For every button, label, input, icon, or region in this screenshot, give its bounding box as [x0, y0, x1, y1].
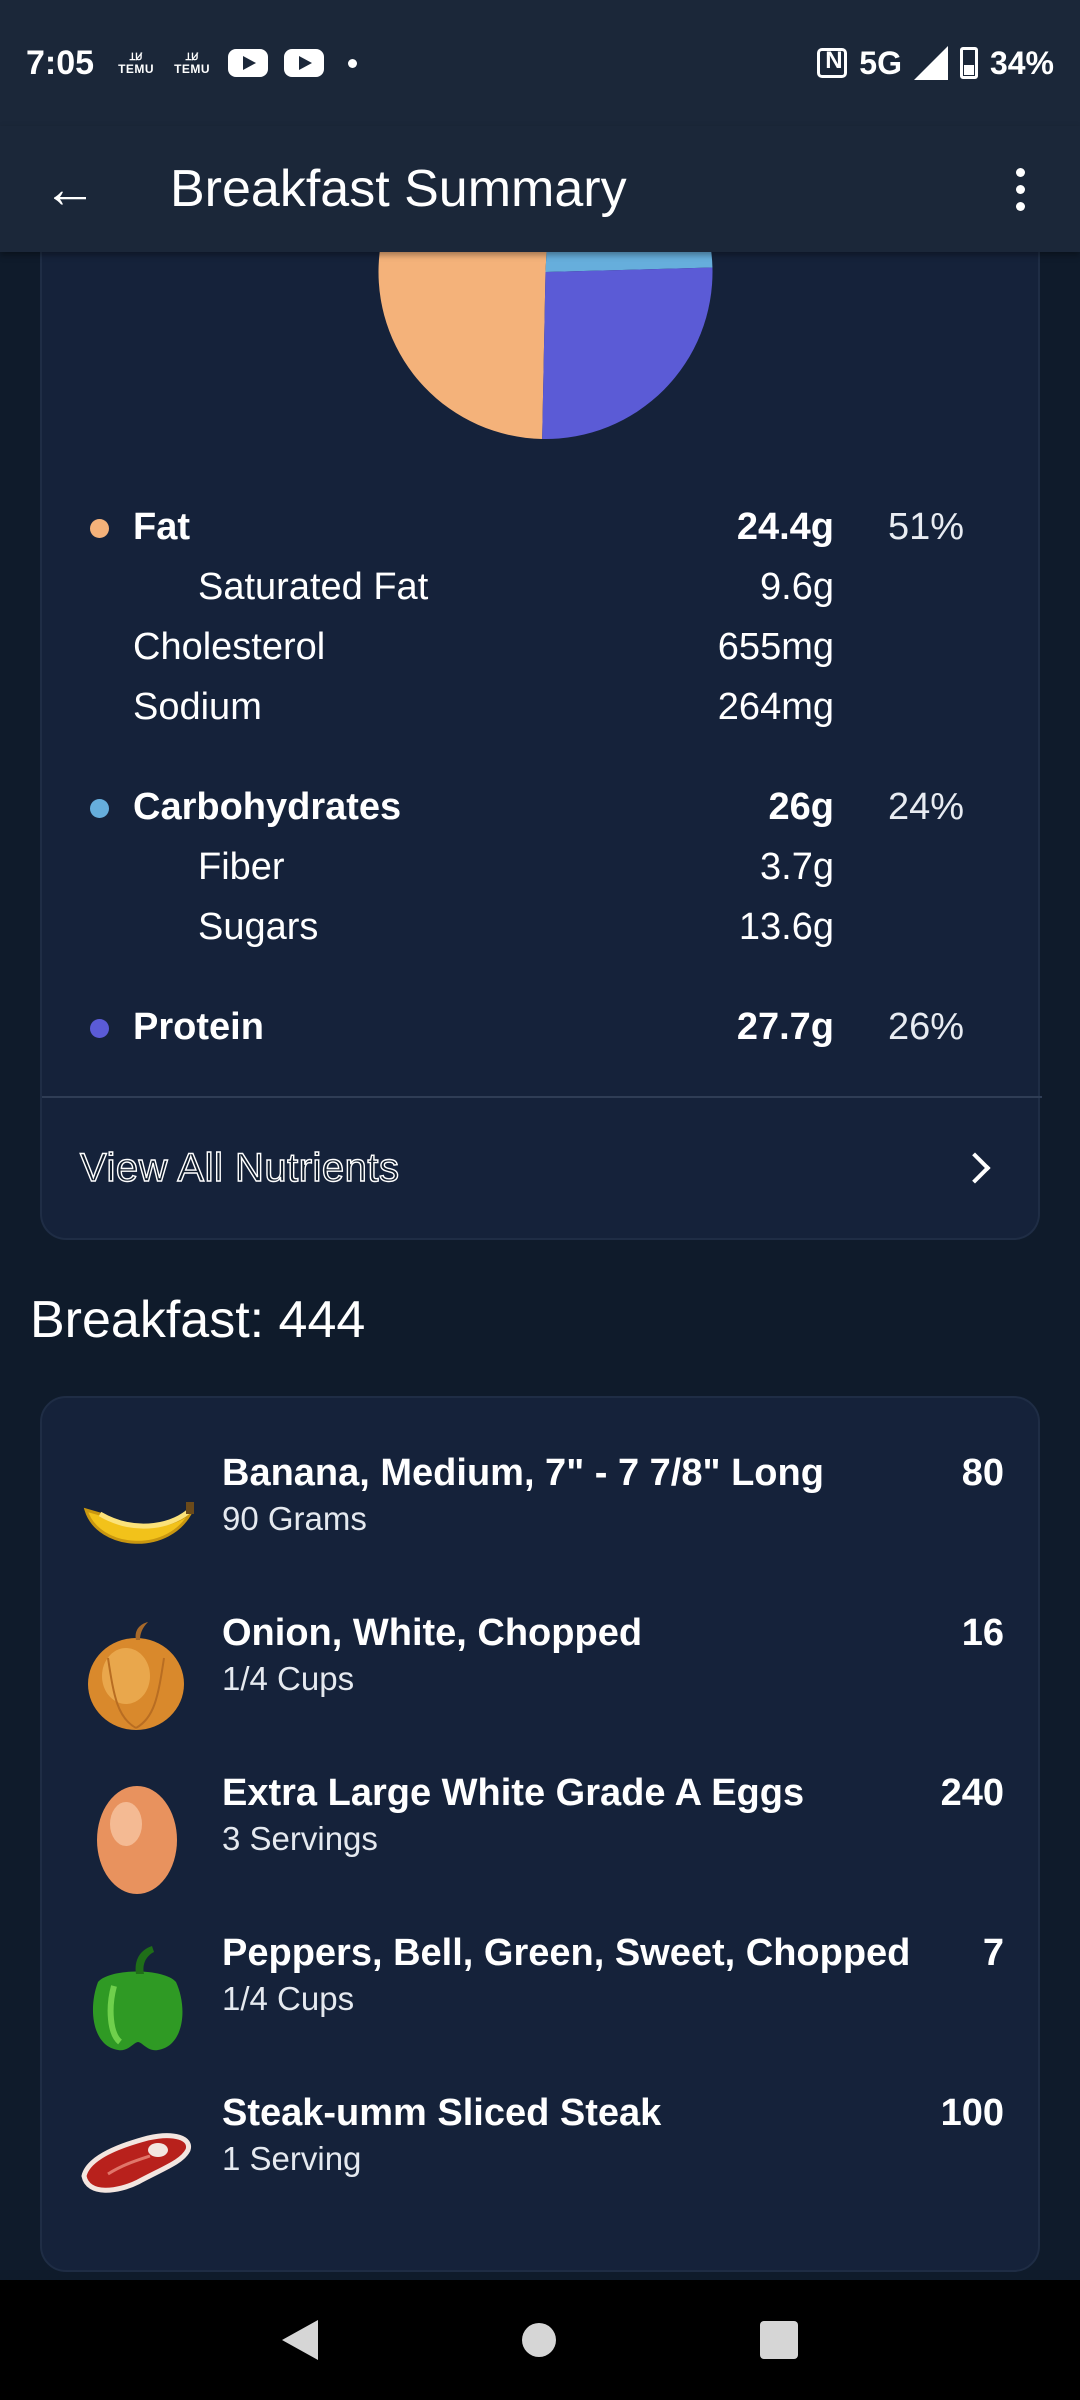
status-right: 5G 34%	[817, 45, 1054, 82]
macro-row-protein: Protein 27.7g 26%	[42, 1000, 1042, 1056]
network-type: 5G	[859, 44, 902, 81]
temu-label: TEMU	[118, 61, 155, 76]
nutrient-amount: 3.7g	[760, 846, 834, 888]
pie-slice-fat	[378, 252, 547, 439]
food-name: Banana, Medium, 7" - 7 7/8" Long	[222, 1452, 824, 1494]
macro-percent: 26%	[888, 1006, 965, 1048]
food-quantity: 3 Servings	[222, 1820, 378, 1857]
steak-icon	[81, 2133, 191, 2193]
food-calories: 80	[961, 1452, 1004, 1494]
food-calories: 7	[982, 1932, 1004, 1974]
chevron-right-icon	[959, 1152, 991, 1184]
food-quantity: 90 Grams	[222, 1500, 367, 1537]
protein-legend-dot	[90, 1019, 109, 1038]
app-bar: ← Breakfast Summary	[0, 126, 1080, 252]
food-quantity: 1 Serving	[222, 2140, 362, 2177]
macro-amount: 27.7g	[736, 1006, 834, 1048]
bell-pepper-icon	[92, 1946, 183, 2051]
nutrient-label: Saturated Fat	[198, 566, 429, 608]
status-time: 7:05	[26, 43, 95, 82]
temu-label: TEMU	[174, 61, 211, 76]
nutrient-row-cholesterol: Cholesterol 655mg	[42, 620, 1042, 676]
nav-back-icon[interactable]	[282, 2320, 318, 2360]
pie-slice-protein	[542, 267, 713, 439]
view-all-nutrients-label: View All Nutrients	[79, 1145, 400, 1190]
youtube-notification-icon	[228, 49, 269, 77]
screen: 7:05 ꞱꞸTEMU ꞱꞸTEMU 5G 34% ← Breakfast Su…	[0, 0, 1080, 2400]
food-quantity: 1/4 Cups	[222, 1980, 355, 2017]
fat-legend-dot	[90, 519, 109, 538]
macro-label: Fat	[133, 506, 190, 548]
nutrient-label: Cholesterol	[133, 626, 326, 668]
food-item[interactable]: Onion, White, Chopped 1/4 Cups 16	[42, 1598, 1042, 1758]
nutrient-row-sodium: Sodium 264mg	[42, 680, 1042, 736]
macro-row-fat: Fat 24.4g 51%	[42, 500, 1042, 556]
food-calories: 16	[961, 1612, 1004, 1654]
page-title: Breakfast Summary	[170, 160, 627, 218]
nutrient-row-fiber: Fiber 3.7g	[42, 840, 1042, 896]
food-item[interactable]: Steak-umm Sliced Steak 1 Serving 100	[42, 2078, 1042, 2238]
food-name: Extra Large White Grade A Eggs	[222, 1772, 805, 1814]
carbohydrates-legend-dot	[90, 799, 109, 818]
nutrient-amount: 264mg	[717, 686, 834, 728]
nutrient-amount: 9.6g	[760, 566, 834, 608]
food-name: Peppers, Bell, Green, Sweet, Chopped	[222, 1932, 911, 1974]
food-calories: 240	[940, 1772, 1004, 1814]
macros-card: Fat 24.4g 51% Saturated Fat 9.6g Cholest…	[40, 200, 1042, 1240]
nutrient-row-saturated-fat: Saturated Fat 9.6g	[42, 560, 1042, 616]
more-vert-icon	[1015, 167, 1025, 177]
food-name: Onion, White, Chopped	[222, 1612, 643, 1654]
arrow-left-icon: ←	[43, 159, 97, 219]
food-calories: 100	[940, 2092, 1004, 2134]
macro-percent: 51%	[888, 506, 965, 548]
nutrient-label: Sodium	[133, 686, 262, 728]
back-button[interactable]: ←	[40, 159, 100, 219]
foods-card: Banana, Medium, 7" - 7 7/8" Long 90 Gram…	[40, 1396, 1040, 2272]
macro-amount: 24.4g	[736, 506, 834, 548]
nav-home-icon[interactable]	[522, 2323, 556, 2357]
battery-icon	[959, 47, 978, 79]
nutrient-amount: 13.6g	[738, 906, 834, 948]
nutrient-label: Fiber	[198, 846, 285, 888]
onion-icon	[88, 1622, 184, 1730]
signal-icon	[913, 46, 948, 80]
nav-recents-icon[interactable]	[760, 2321, 798, 2359]
macro-percent: 24%	[888, 786, 965, 828]
food-item[interactable]: Banana, Medium, 7" - 7 7/8" Long 90 Gram…	[42, 1438, 1042, 1598]
food-item[interactable]: Extra Large White Grade A Eggs 3 Serving…	[42, 1758, 1042, 1918]
meal-heading: Breakfast: 444	[30, 1291, 366, 1349]
temu-notification-icon: ꞱꞸ TEMU	[118, 51, 155, 76]
macro-label: Protein	[133, 1006, 264, 1048]
nfc-icon	[817, 47, 848, 78]
macro-amount: 26g	[768, 786, 834, 828]
macro-row-carbohydrates: Carbohydrates 26g 24%	[42, 780, 1042, 836]
temu-notification-icon: ꞱꞸ TEMU	[174, 51, 211, 76]
more-options-button[interactable]	[1000, 159, 1040, 219]
food-name: Steak-umm Sliced Steak	[222, 2092, 662, 2134]
macro-label: Carbohydrates	[133, 786, 402, 828]
status-bar: 7:05 ꞱꞸTEMU ꞱꞸTEMU 5G 34%	[0, 0, 1080, 126]
view-all-nutrients-button[interactable]: View All Nutrients	[42, 1098, 1042, 1238]
banana-icon	[83, 1502, 194, 1544]
battery-percent: 34%	[989, 44, 1054, 81]
food-item[interactable]: Peppers, Bell, Green, Sweet, Chopped 1/4…	[42, 1918, 1042, 2078]
food-quantity: 1/4 Cups	[222, 1660, 355, 1697]
nutrient-row-sugars: Sugars 13.6g	[42, 900, 1042, 956]
youtube-notification-icon	[284, 49, 325, 77]
nutrient-label: Sugars	[198, 906, 319, 948]
more-notifications-dot-icon	[348, 58, 358, 68]
nutrient-amount: 655mg	[717, 626, 834, 668]
system-navigation-bar	[0, 2280, 1080, 2400]
egg-icon	[97, 1786, 177, 1894]
